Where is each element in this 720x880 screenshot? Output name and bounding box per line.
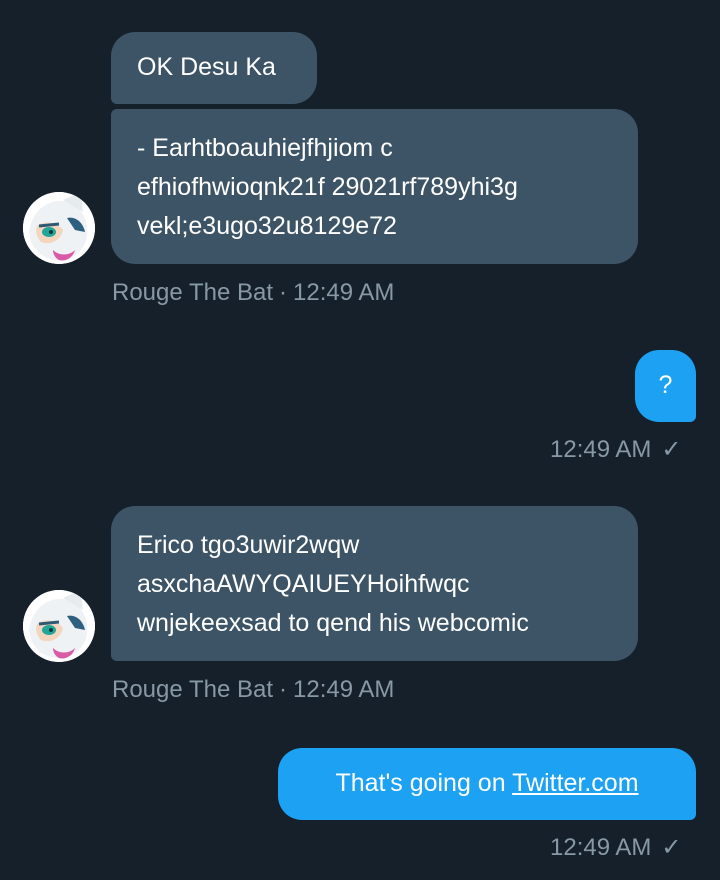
message-text: ?: [658, 371, 673, 399]
message-timestamp: 12:49 AM: [550, 436, 652, 463]
message-line: asxchaAWYQAIUEYHoihfwqc: [137, 570, 470, 598]
incoming-message-bubble[interactable]: OK Desu Ka: [111, 32, 317, 104]
sender-name[interactable]: Rouge The Bat: [112, 676, 273, 703]
message-line: efhiofhwioqnk21f 29021rf789yhi3g: [137, 173, 518, 201]
rouge-the-bat-avatar-icon: [23, 590, 95, 662]
message-text: That's going on: [335, 769, 513, 797]
message-line: vekl;e3ugo32u8129e72: [137, 212, 397, 240]
meta-separator: ·: [279, 279, 288, 306]
sender-avatar[interactable]: [23, 590, 95, 662]
rouge-the-bat-avatar-icon: [23, 192, 95, 264]
message-meta: 12:49 AM ✓: [550, 833, 682, 863]
message-timestamp: 12:49 AM: [293, 279, 395, 306]
incoming-message-bubble[interactable]: Erico tgo3uwir2wqw asxchaAWYQAIUEYHoihfw…: [111, 506, 638, 661]
sender-avatar[interactable]: [23, 192, 95, 264]
message-line: wnjekeexsad to qend his webcomic: [137, 609, 529, 637]
message-meta: Rouge The Bat · 12:49 AM: [112, 675, 394, 705]
meta-separator: ·: [279, 676, 288, 703]
sender-name[interactable]: Rouge The Bat: [112, 279, 273, 306]
message-timestamp: 12:49 AM: [550, 834, 652, 861]
message-meta: 12:49 AM ✓: [550, 435, 682, 465]
message-text: OK Desu Ka: [137, 53, 276, 81]
message-timestamp: 12:49 AM: [293, 676, 395, 703]
outgoing-message-bubble[interactable]: ?: [635, 350, 696, 422]
outgoing-message-bubble[interactable]: That's going on Twitter.com: [278, 748, 696, 820]
message-link[interactable]: Twitter.com: [512, 769, 638, 797]
message-meta: Rouge The Bat · 12:49 AM: [112, 278, 394, 308]
dm-conversation: OK Desu Ka - Earhtboauhiejfhjiom c efhio…: [0, 0, 720, 880]
message-line: Erico tgo3uwir2wqw: [137, 531, 360, 559]
incoming-message-bubble[interactable]: - Earhtboauhiejfhjiom c efhiofhwioqnk21f…: [111, 109, 638, 264]
checkmark-icon: ✓: [661, 834, 682, 861]
message-line: - Earhtboauhiejfhjiom c: [137, 134, 393, 162]
checkmark-icon: ✓: [661, 436, 682, 463]
